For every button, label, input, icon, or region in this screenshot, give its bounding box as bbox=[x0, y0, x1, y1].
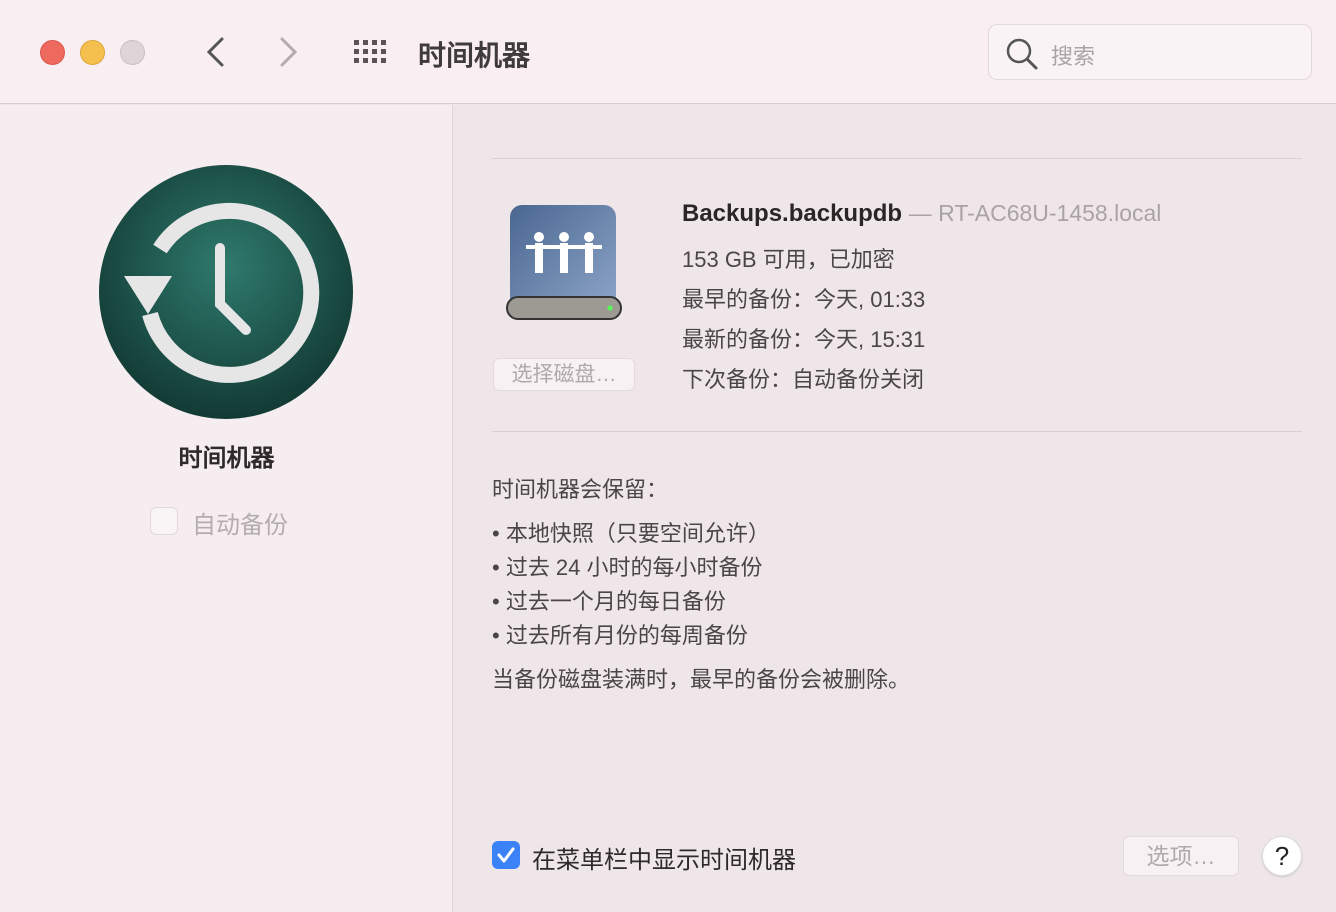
grid-icon[interactable] bbox=[352, 38, 390, 66]
forward-chevron-icon[interactable] bbox=[278, 36, 300, 68]
show-in-menubar-checkbox[interactable] bbox=[492, 841, 520, 869]
app-name: 时间机器 bbox=[178, 445, 275, 472]
sidebar: 时间机器 自动备份 bbox=[0, 105, 453, 912]
divider bbox=[492, 431, 1302, 432]
select-disk-button[interactable]: 选择磁盘… bbox=[493, 358, 635, 391]
disk-title: Backups.backupdb — RT-AC68U-1458.local bbox=[682, 200, 1161, 228]
show-in-menubar-label: 在菜单栏中显示时间机器 bbox=[532, 847, 796, 874]
network-disk-icon bbox=[506, 205, 622, 320]
auto-backup-checkbox[interactable] bbox=[150, 507, 178, 535]
time-machine-icon bbox=[99, 165, 353, 419]
help-button[interactable]: ? bbox=[1262, 836, 1302, 876]
disk-host: — RT-AC68U-1458.local bbox=[908, 200, 1162, 226]
window-title: 时间机器 bbox=[418, 40, 531, 71]
disk-available: 153 GB 可用，已加密 bbox=[682, 247, 895, 272]
minimize-button[interactable] bbox=[80, 40, 105, 65]
search-icon bbox=[1006, 38, 1038, 70]
zoom-button[interactable] bbox=[120, 40, 145, 65]
retention-item: • 本地快照（只要空间允许） bbox=[492, 521, 770, 546]
retention-footer: 当备份磁盘装满时，最早的备份会被删除。 bbox=[492, 667, 911, 692]
retention-item: • 过去一个月的每日备份 bbox=[492, 589, 726, 614]
close-button[interactable] bbox=[40, 40, 65, 65]
title-bar: 时间机器 搜索 bbox=[0, 0, 1336, 104]
auto-backup-label: 自动备份 bbox=[192, 512, 288, 539]
latest-backup: 最新的备份：今天, 15:31 bbox=[682, 327, 926, 352]
retention-heading: 时间机器会保留： bbox=[492, 477, 669, 502]
retention-item: • 过去所有月份的每周备份 bbox=[492, 623, 748, 648]
options-button[interactable]: 选项… bbox=[1123, 836, 1239, 876]
back-chevron-icon[interactable] bbox=[204, 36, 226, 68]
search-placeholder: 搜索 bbox=[1051, 44, 1096, 69]
search-input[interactable]: 搜索 bbox=[988, 24, 1312, 80]
oldest-backup: 最早的备份：今天, 01:33 bbox=[682, 287, 926, 312]
checkmark-icon bbox=[497, 847, 515, 863]
retention-item: • 过去 24 小时的每小时备份 bbox=[492, 555, 763, 580]
next-backup: 下次备份：自动备份关闭 bbox=[682, 367, 925, 392]
disk-name: Backups.backupdb bbox=[682, 200, 903, 227]
divider bbox=[492, 158, 1302, 159]
